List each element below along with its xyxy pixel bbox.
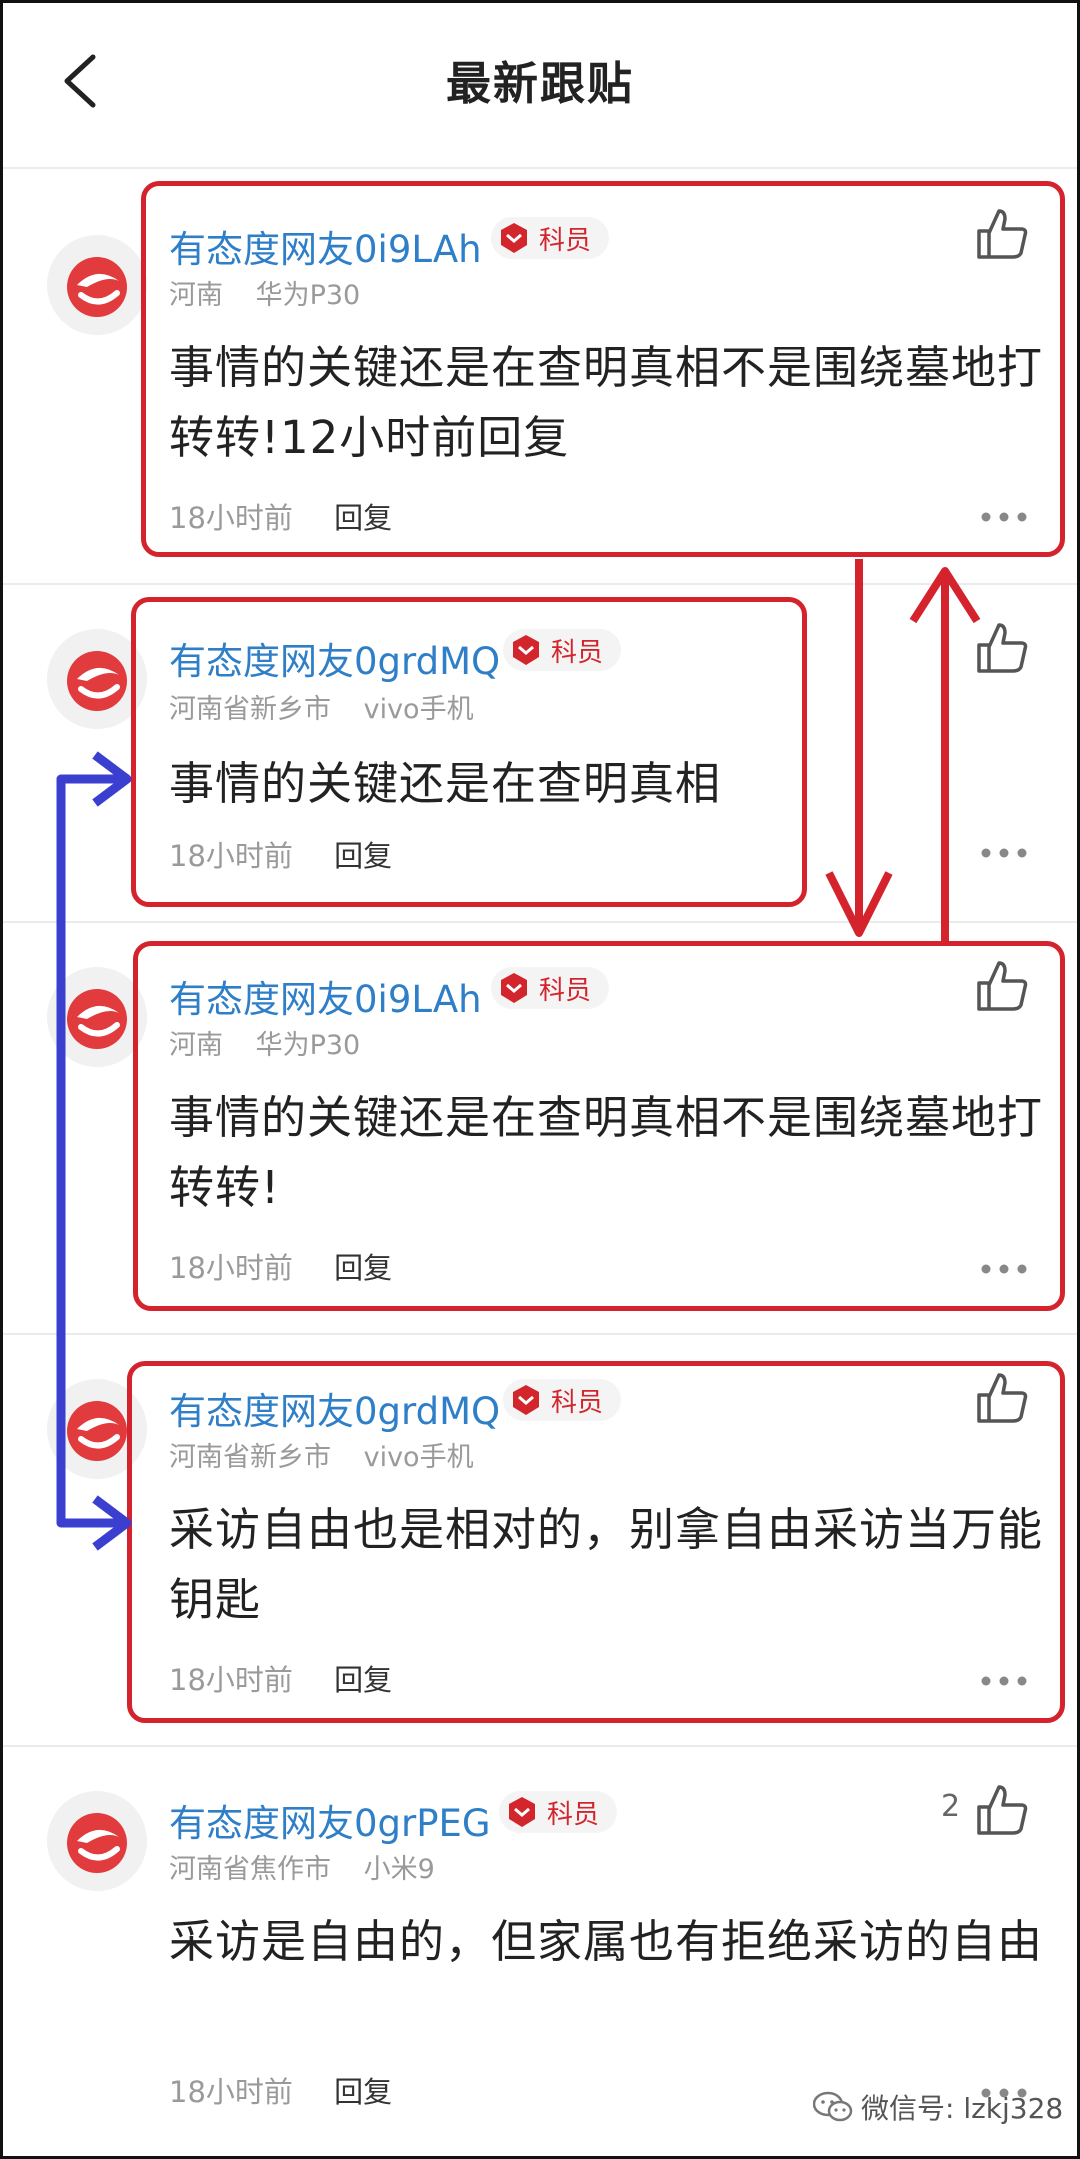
comment-text: 事情的关键还是在查明真相不是围绕墓地打转转!12小时前回复 [169, 341, 1044, 464]
device: 华为P30 [255, 280, 361, 311]
reply-button[interactable]: 回复 [334, 501, 392, 535]
more-dots-icon[interactable] [979, 1263, 1029, 1275]
rank-badge: 科员 [491, 967, 610, 1009]
shield-badge-icon [513, 1385, 539, 1415]
watermark-text: 微信号: lzkj328 [861, 2092, 1064, 2125]
comment-item: 有态度网友0grdMQ 科员 河南省新乡市 vivo手机 事情的关键还是在查明真… [3, 585, 1077, 921]
comment-meta: 河南 华为P30 [169, 1023, 384, 1062]
rank-badge: 科员 [503, 629, 622, 671]
shield-badge-icon [513, 635, 539, 665]
badge-label: 科员 [539, 975, 592, 1006]
shield-badge-icon [509, 1797, 535, 1827]
timestamp: 18小时前 [169, 501, 293, 535]
comment-item: 有态度网友0i9LAh 科员 河南 华为P30 事情的关键还是在查明真相不是围绕… [3, 923, 1077, 1333]
comment-meta: 河南 华为P30 [169, 273, 384, 312]
avatar[interactable] [47, 629, 147, 729]
username[interactable]: 有态度网友0grdMQ [169, 631, 500, 685]
avatar[interactable] [47, 235, 147, 335]
more-dots-icon[interactable] [979, 1675, 1029, 1687]
comment-item: 有态度网友0grdMQ 科员 河南省新乡市 vivo手机 采访自由也是相对的，别… [3, 1335, 1077, 1745]
timestamp: 18小时前 [169, 2075, 293, 2109]
timestamp: 18小时前 [169, 839, 293, 873]
username[interactable]: 有态度网友0grPEG [169, 1793, 491, 1847]
thumbs-up-icon[interactable] [973, 1781, 1031, 1839]
more-dots-icon[interactable] [979, 511, 1029, 523]
comment-meta: 河南省新乡市 vivo手机 [169, 687, 498, 726]
rank-badge: 科员 [491, 217, 610, 259]
device: 华为P30 [255, 1030, 361, 1061]
page-title: 最新跟贴 [445, 57, 634, 110]
reply-button[interactable]: 回复 [334, 1251, 392, 1285]
reply-button[interactable]: 回复 [334, 2075, 392, 2109]
comment-item: 有态度网友0i9LAh 科员 河南 华为P30 事情的关键还是在查明真相不是围绕… [3, 169, 1077, 583]
comment-text: 采访是自由的，但家属也有拒绝采访的自由 [169, 1915, 1044, 1968]
top-bar: 最新跟贴 [3, 3, 1077, 169]
comment-footer: 18小时前 回复 [169, 833, 392, 875]
username[interactable]: 有态度网友0grdMQ [169, 1381, 500, 1435]
avatar[interactable] [47, 967, 147, 1067]
timestamp: 18小时前 [169, 1251, 293, 1285]
rank-badge: 科员 [503, 1379, 622, 1421]
comment-footer: 18小时前 回复 [169, 1657, 392, 1699]
thumbs-up-icon[interactable] [973, 205, 1031, 263]
location: 河南 [169, 280, 223, 311]
device: vivo手机 [363, 1442, 474, 1473]
location: 河南省新乡市 [169, 1442, 331, 1473]
username[interactable]: 有态度网友0i9LAh [169, 969, 482, 1023]
device: 小米9 [363, 1854, 435, 1885]
comment-footer: 18小时前 回复 [169, 2069, 392, 2111]
reply-button[interactable]: 回复 [334, 1663, 392, 1697]
thumbs-up-icon[interactable] [973, 619, 1031, 677]
location: 河南省新乡市 [169, 694, 331, 725]
username[interactable]: 有态度网友0i9LAh [169, 219, 482, 273]
thumbs-up-icon[interactable] [973, 1369, 1031, 1427]
like-count: 2 [941, 1789, 961, 1824]
badge-label: 科员 [551, 1387, 604, 1418]
watermark: 微信号: lzkj328 [813, 2087, 1063, 2127]
shield-badge-icon [501, 973, 527, 1003]
badge-label: 科员 [551, 637, 604, 668]
comment-text: 事情的关键还是在查明真相 [169, 757, 722, 810]
thumbs-up-icon[interactable] [973, 957, 1031, 1015]
screen: 最新跟贴 有态度网友0i9LAh 科员 河南 华为P30 事情的关键还是在查明真… [0, 0, 1080, 2159]
comment-meta: 河南省新乡市 vivo手机 [169, 1435, 498, 1474]
shield-badge-icon [501, 223, 527, 253]
comment-text: 事情的关键还是在查明真相不是围绕墓地打转转! [169, 1091, 1044, 1214]
rank-badge: 科员 [499, 1791, 618, 1833]
comment-footer: 18小时前 回复 [169, 495, 392, 537]
comment-text: 采访自由也是相对的，别拿自由采访当万能钥匙 [169, 1503, 1044, 1626]
location: 河南 [169, 1030, 223, 1061]
comment-meta: 河南省焦作市 小米9 [169, 1847, 459, 1886]
badge-label: 科员 [547, 1799, 600, 1830]
avatar[interactable] [47, 1379, 147, 1479]
avatar[interactable] [47, 1791, 147, 1891]
wechat-icon [813, 2091, 853, 2122]
device: vivo手机 [363, 694, 474, 725]
comment-footer: 18小时前 回复 [169, 1245, 392, 1287]
badge-label: 科员 [539, 225, 592, 256]
location: 河南省焦作市 [169, 1854, 331, 1885]
more-dots-icon[interactable] [979, 847, 1029, 859]
timestamp: 18小时前 [169, 1663, 293, 1697]
reply-button[interactable]: 回复 [334, 839, 392, 873]
